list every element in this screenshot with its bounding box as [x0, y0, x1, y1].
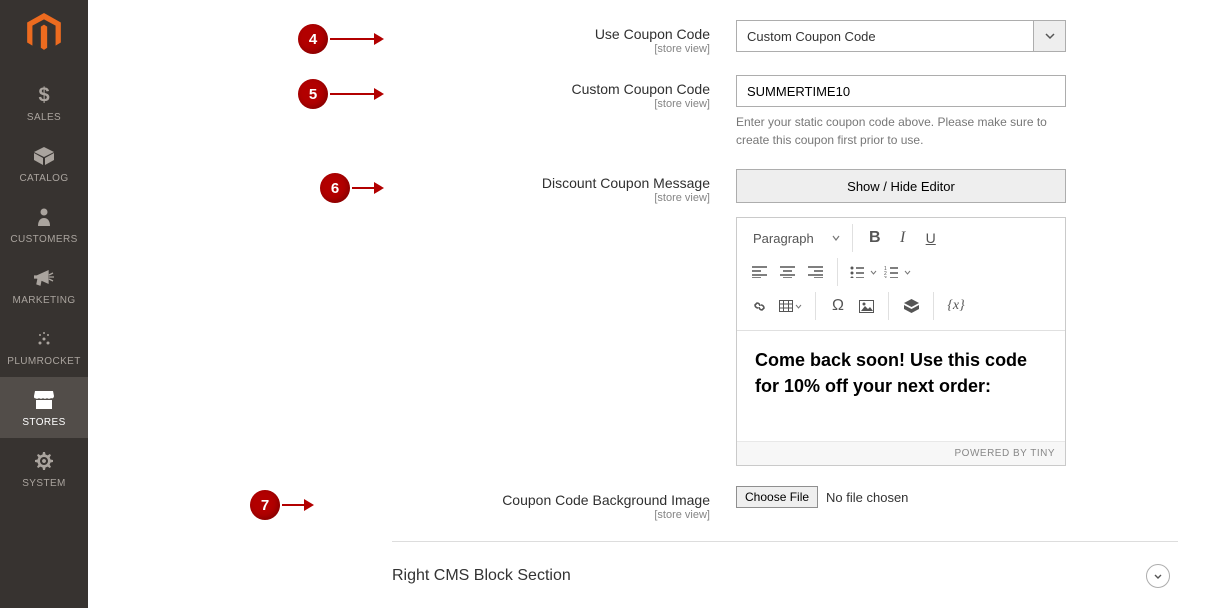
select-value[interactable]: Custom Coupon Code [736, 20, 1034, 52]
megaphone-icon [34, 267, 54, 289]
nav-label: STORES [22, 417, 65, 428]
nav-sales[interactable]: $ SALES [0, 72, 88, 133]
nav-label: PLUMROCKET [7, 356, 80, 367]
nav-stores[interactable]: STORES [0, 377, 88, 438]
nav-customers[interactable]: CUSTOMERS [0, 194, 88, 255]
dollar-icon: $ [35, 84, 53, 106]
nav-label: MARKETING [12, 295, 75, 306]
nav-label: SYSTEM [22, 478, 66, 489]
bold-icon[interactable]: B [861, 224, 889, 252]
scope-label: [store view] [398, 43, 710, 55]
person-icon [37, 206, 51, 228]
scope-label: [store view] [398, 98, 710, 110]
plumrocket-icon [35, 328, 53, 350]
paragraph-label: Paragraph [753, 231, 814, 246]
nav-system[interactable]: SYSTEM [0, 438, 88, 499]
file-status: No file chosen [826, 490, 908, 505]
italic-icon[interactable]: I [889, 224, 917, 252]
annotation-badge-7: 7 [250, 490, 280, 520]
nav-label: CATALOG [19, 173, 68, 184]
editor-text: Come back soon! Use this code for 10% of… [755, 347, 1047, 399]
align-left-icon[interactable] [745, 258, 773, 286]
annotation-badge-6: 6 [320, 173, 350, 203]
help-text: Enter your static coupon code above. Ple… [736, 113, 1066, 149]
scope-label: [store view] [328, 509, 710, 521]
nav-label: SALES [27, 112, 61, 123]
annotation-badge-4: 4 [298, 24, 328, 54]
admin-sidebar: $ SALES CATALOG CUSTOMERS MARKETING PLUM… [0, 0, 88, 608]
special-char-icon[interactable]: Ω [824, 292, 852, 320]
numbered-list-icon[interactable]: 123 [880, 258, 914, 286]
store-icon [34, 389, 54, 411]
label-custom-code: Custom Coupon Code [571, 81, 710, 97]
choose-file-button[interactable]: Choose File [736, 486, 818, 508]
label-message: Discount Coupon Message [542, 175, 710, 191]
label-bg-image: Coupon Code Background Image [502, 492, 710, 508]
widget-icon[interactable] [897, 292, 925, 320]
nav-catalog[interactable]: CATALOG [0, 133, 88, 194]
nav-marketing[interactable]: MARKETING [0, 255, 88, 316]
section-title: Right CMS Block Section [392, 567, 571, 585]
magento-logo[interactable] [26, 12, 62, 54]
align-right-icon[interactable] [801, 258, 829, 286]
config-form: 4 Use Coupon Code [store view] Custom Co… [88, 0, 1206, 608]
editor-content-area[interactable]: Come back soon! Use this code for 10% of… [737, 331, 1065, 441]
nav-plumrocket[interactable]: PLUMROCKET [0, 316, 88, 377]
bullet-list-icon[interactable] [846, 258, 880, 286]
nav-label: CUSTOMERS [10, 234, 77, 245]
row-use-coupon: 4 Use Coupon Code [store view] Custom Co… [88, 20, 1178, 55]
row-custom-code: 5 Custom Coupon Code [store view] Enter … [88, 75, 1178, 149]
editor-footer: POWERED BY TINY [737, 441, 1065, 465]
paragraph-select[interactable]: Paragraph [745, 224, 844, 252]
svg-text:$: $ [38, 85, 50, 105]
image-icon[interactable] [852, 292, 880, 320]
show-hide-editor-button[interactable]: Show / Hide Editor [736, 169, 1066, 203]
link-icon[interactable] [745, 292, 773, 320]
annotation-badge-5: 5 [298, 79, 328, 109]
align-center-icon[interactable] [773, 258, 801, 286]
table-icon[interactable] [773, 292, 807, 320]
scope-label: [store view] [398, 192, 710, 204]
custom-coupon-input[interactable] [736, 75, 1066, 107]
use-coupon-select[interactable]: Custom Coupon Code [736, 20, 1066, 52]
variable-icon[interactable]: {x} [942, 292, 970, 320]
cube-icon [34, 145, 54, 167]
chevron-down-icon[interactable] [1034, 20, 1066, 52]
underline-icon[interactable]: U [917, 224, 945, 252]
row-message: 6 Discount Coupon Message [store view] S… [88, 169, 1178, 466]
wysiwyg-editor: Paragraph B I U [736, 217, 1066, 466]
svg-text:3: 3 [884, 276, 887, 278]
editor-toolbar: Paragraph B I U [737, 218, 1065, 258]
gear-icon [35, 450, 53, 472]
collapse-toggle[interactable] [1146, 564, 1170, 588]
row-bg-image: 7 Coupon Code Background Image [store vi… [88, 486, 1178, 521]
label-use-coupon: Use Coupon Code [595, 26, 710, 42]
section-right-cms-block[interactable]: Right CMS Block Section [392, 541, 1178, 588]
